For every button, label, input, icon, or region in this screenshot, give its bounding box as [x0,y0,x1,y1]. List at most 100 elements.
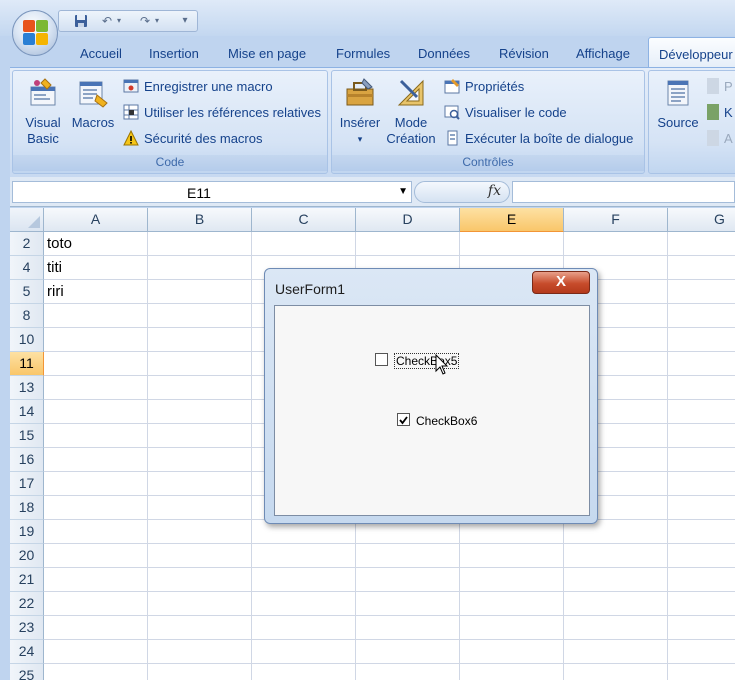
source-icon [667,80,689,106]
gridline-horizontal [44,543,735,544]
undo-icon[interactable]: ↶ [99,14,115,28]
name-box[interactable]: E11 ▼ [12,181,412,203]
formula-input[interactable] [512,181,735,203]
row-header-13[interactable]: 13 [10,376,44,400]
gridline-horizontal [44,255,735,256]
insert-function-button[interactable]: fx [488,183,501,199]
row-header-20[interactable]: 20 [10,544,44,568]
macros-button[interactable]: Macros [69,77,117,131]
xml-properties-icon [707,78,719,94]
run-dialog-icon [447,130,458,146]
design-mode-label-1: Mode [394,115,428,130]
row-header-17[interactable]: 17 [10,472,44,496]
column-header-e[interactable]: E [460,208,564,232]
undo-dropdown-icon[interactable]: ▾ [115,14,123,28]
record-macro-label: Enregistrer une macro [144,79,273,94]
office-button[interactable] [12,10,58,56]
gridline-horizontal [44,639,735,640]
group-controles: Insérer ▾ Mode Création Propriétés Visua… [331,70,645,174]
row-header-18[interactable]: 18 [10,496,44,520]
view-code-button[interactable]: Visualiser le code [444,104,567,124]
column-header-a[interactable]: A [44,208,148,232]
cell-a-text[interactable]: riri [47,283,64,300]
row-header-21[interactable]: 21 [10,568,44,592]
tab-affichage[interactable]: Affichage [576,46,630,61]
macro-security-button[interactable]: Sécurité des macros [123,130,263,150]
xml-packs-button[interactable]: K [707,104,733,124]
row-header-15[interactable]: 15 [10,424,44,448]
cell-a-text[interactable]: toto [47,235,72,252]
quick-access-toolbar: ↶ ▾ ↷ ▾ ▾ [58,10,198,32]
row-header-11[interactable]: 11 [10,352,44,376]
row-header-16[interactable]: 16 [10,448,44,472]
row-header-5[interactable]: 5 [10,280,44,304]
row-header-4[interactable]: 4 [10,256,44,280]
close-button[interactable]: X [532,271,590,294]
checkbox5-box[interactable] [375,353,388,366]
tab-accueil[interactable]: Accueil [80,46,122,61]
visual-basic-icon [30,78,56,106]
record-macro-button[interactable]: Enregistrer une macro [123,78,273,98]
tab-mise-en-page[interactable]: Mise en page [228,46,306,61]
toolbox-icon [346,78,374,106]
row-header-8[interactable]: 8 [10,304,44,328]
macros-label: Macros [71,115,115,130]
ribbon-tabs: Accueil Insertion Mise en page Formules … [0,36,735,70]
properties-button[interactable]: Propriétés [444,78,524,98]
row-header-22[interactable]: 22 [10,592,44,616]
xml-properties-button[interactable]: P [707,78,733,98]
checkbox5-label[interactable]: CheckBox5 [394,353,460,369]
relative-references-icon [123,104,139,120]
name-box-dropdown-icon[interactable]: ▼ [398,186,408,197]
group-code: Visual Basic Macros Enregistrer une macr… [12,70,328,174]
row-header-24[interactable]: 24 [10,640,44,664]
run-dialog-label: Exécuter la boîte de dialogue [465,131,634,146]
cell-a-text[interactable]: titi [47,259,62,276]
customize-qat-icon[interactable]: ▾ [177,14,193,28]
column-header-f[interactable]: F [564,208,668,232]
run-dialog-button[interactable]: Exécuter la boîte de dialogue [444,130,633,150]
userform-client-area[interactable]: CheckBox5 CheckBox6 [274,305,590,516]
redo-icon[interactable]: ↷ [137,14,153,28]
insert-control-button[interactable]: Insérer ▾ [336,77,384,147]
column-header-b[interactable]: B [148,208,252,232]
source-button[interactable]: Source [653,77,703,131]
source-label: Source [657,115,699,130]
visual-basic-label-1: Visual [25,115,61,130]
column-header-d[interactable]: D [356,208,460,232]
row-header-23[interactable]: 23 [10,616,44,640]
row-header-14[interactable]: 14 [10,400,44,424]
xml-refresh-label: A [724,131,733,146]
gridline-horizontal [44,615,735,616]
macro-security-label: Sécurité des macros [144,131,263,146]
design-mode-label-2: Création [386,131,436,146]
checkbox6-label[interactable]: CheckBox6 [416,414,477,428]
formula-buttons: fx [414,181,510,203]
relative-references-button[interactable]: Utiliser les références relatives [123,104,321,124]
design-mode-button[interactable]: Mode Création [386,77,436,147]
tab-revision[interactable]: Révision [499,46,549,61]
redo-dropdown-icon[interactable]: ▾ [153,14,161,28]
title-bar: ↶ ▾ ↷ ▾ ▾ [0,0,735,36]
row-header-2[interactable]: 2 [10,232,44,256]
checkbox6-box[interactable] [397,413,410,426]
column-header-c[interactable]: C [252,208,356,232]
gridline-vertical [251,232,252,680]
xml-refresh-button[interactable]: A [707,130,733,150]
group-code-label: Code [13,155,327,171]
userform-window[interactable]: UserForm1 X CheckBox5 CheckBox6 [264,268,598,524]
select-all-button[interactable] [10,208,44,232]
gridline-horizontal [44,663,735,664]
visual-basic-button[interactable]: Visual Basic [21,77,65,147]
tab-donnees[interactable]: Données [418,46,470,61]
row-header-10[interactable]: 10 [10,328,44,352]
tab-insertion[interactable]: Insertion [149,46,199,61]
save-icon[interactable] [73,14,89,28]
row-header-25[interactable]: 25 [10,664,44,680]
column-header-g[interactable]: G [668,208,735,232]
design-mode-icon [397,79,424,106]
relative-references-label: Utiliser les références relatives [144,105,322,120]
tab-formules[interactable]: Formules [336,46,390,61]
row-header-19[interactable]: 19 [10,520,44,544]
tab-developpeur[interactable]: Développeur [648,37,735,70]
